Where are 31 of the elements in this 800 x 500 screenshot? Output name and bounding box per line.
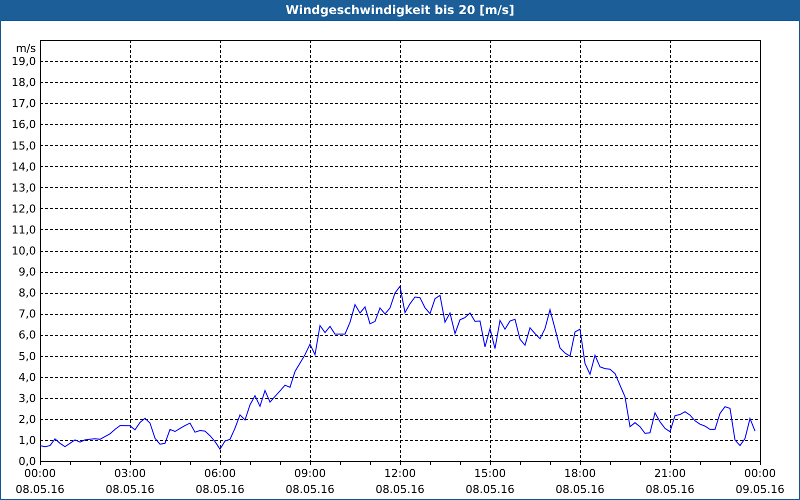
y-axis-label: 4,0 — [18, 370, 36, 384]
y-axis-label: 9,0 — [18, 266, 36, 279]
x-axis-label: 00:00 09.05.16 — [736, 467, 784, 496]
x-axis-label: 18:00 08.05.16 — [556, 467, 604, 496]
y-axis-label: 11,0 — [12, 223, 36, 236]
x-axis-label: 03:00 08.05.16 — [106, 467, 154, 496]
y-axis-label: 8,0 — [18, 286, 36, 300]
y-axis-label: 1,0 — [18, 434, 36, 447]
y-axis-label: 15,0 — [12, 139, 36, 152]
y-axis-label: 6,0 — [18, 328, 36, 342]
y-axis-unit: m/s — [16, 42, 36, 55]
y-axis-label: 17,0 — [12, 97, 36, 110]
x-axis-label: 12:00 08.05.16 — [376, 467, 424, 496]
x-axis-label: 15:00 08.05.16 — [466, 467, 514, 496]
x-axis-label: 09:00 08.05.16 — [286, 467, 334, 496]
y-axis-label: 13,0 — [12, 181, 36, 194]
y-axis-label: 3,0 — [18, 392, 36, 405]
y-axis-label: 12,0 — [12, 202, 36, 216]
y-axis-label: 18,0 — [12, 76, 36, 90]
y-axis-label: 16,0 — [12, 118, 36, 132]
x-axis-label: 00:00 08.05.16 — [16, 467, 64, 496]
y-axis-label: 10,0 — [12, 244, 36, 258]
x-axis-label: 21:00 08.05.16 — [646, 467, 694, 496]
y-axis-label: 2,0 — [18, 412, 36, 426]
y-axis-label: 0,0 — [18, 455, 36, 468]
y-axis-label: 7,0 — [18, 308, 36, 321]
x-axis-label: 06:00 08.05.16 — [196, 467, 244, 496]
y-axis-label: 5,0 — [18, 350, 36, 363]
window-title: Windgeschwindigkeit bis 20 [m/s] — [286, 2, 514, 19]
y-axis-label: 19,0 — [12, 55, 36, 68]
y-axis-label: 14,0 — [12, 160, 36, 174]
